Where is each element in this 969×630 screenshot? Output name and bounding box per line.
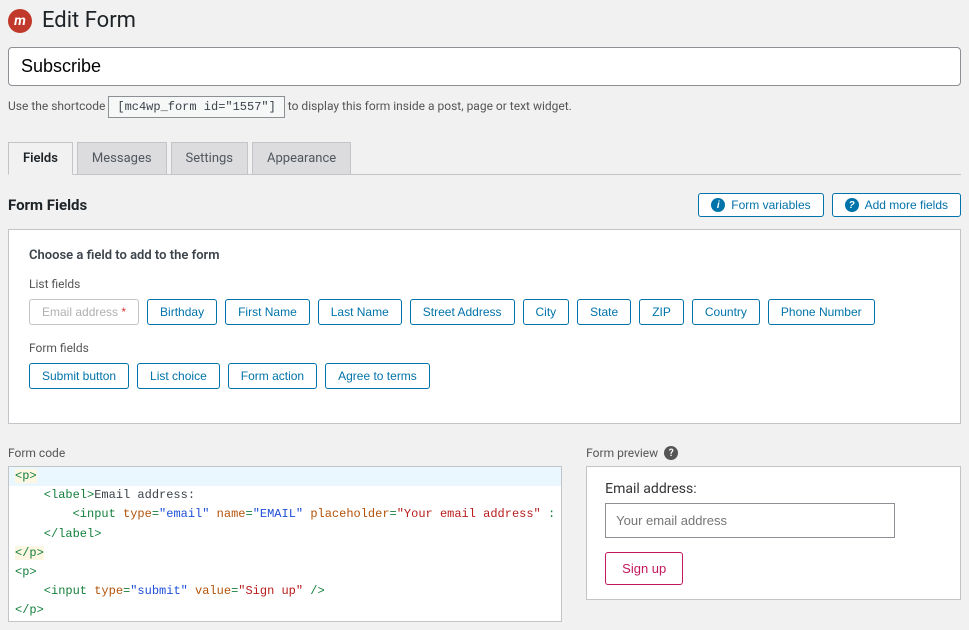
shortcode-suffix: to display this form inside a post, page… bbox=[288, 99, 572, 113]
tab-bar: Fields Messages Settings Appearance bbox=[8, 142, 961, 175]
field-chip[interactable]: Last Name bbox=[318, 299, 402, 325]
shortcode-helper: Use the shortcode [mc4wp_form id="1557"]… bbox=[8, 96, 961, 118]
shortcode-code[interactable]: [mc4wp_form id="1557"] bbox=[108, 96, 284, 118]
preview-email-label: Email address: bbox=[605, 481, 942, 497]
form-variables-label: Form variables bbox=[731, 198, 810, 212]
form-fields-label: Form fields bbox=[29, 341, 940, 355]
code-l2a: <label> bbox=[15, 488, 94, 502]
field-chip[interactable]: List choice bbox=[137, 363, 220, 389]
form-code-editor[interactable]: <p> <label>Email address: <input type="e… bbox=[8, 466, 562, 622]
tab-appearance[interactable]: Appearance bbox=[252, 142, 351, 174]
form-code-title: Form code bbox=[8, 446, 562, 460]
preview-email-input[interactable] bbox=[605, 503, 895, 538]
form-variables-button[interactable]: i Form variables bbox=[698, 193, 823, 217]
code-l1: <p> bbox=[15, 469, 37, 483]
code-l4: </label> bbox=[9, 525, 561, 544]
form-fields-row: Submit button List choice Form action Agree… bbox=[29, 363, 940, 389]
form-preview-panel: Email address: Sign up bbox=[586, 466, 961, 600]
add-more-fields-label: Add more fields bbox=[865, 198, 948, 212]
form-title-input[interactable] bbox=[8, 47, 961, 86]
list-fields-row: Email address * Birthday First Name Last Na… bbox=[29, 299, 940, 325]
field-chip[interactable]: ZIP bbox=[639, 299, 684, 325]
choose-field-label: Choose a field to add to the form bbox=[29, 248, 940, 263]
preview-signup-button[interactable]: Sign up bbox=[605, 552, 683, 585]
add-more-fields-button[interactable]: ? Add more fields bbox=[832, 193, 961, 217]
tab-messages[interactable]: Messages bbox=[77, 142, 167, 174]
plugin-logo-icon: m bbox=[8, 9, 32, 33]
field-chip[interactable]: First Name bbox=[225, 299, 310, 325]
code-l6: <p> bbox=[9, 563, 561, 582]
field-chip[interactable]: Submit button bbox=[29, 363, 129, 389]
tab-settings[interactable]: Settings bbox=[171, 142, 248, 174]
tab-fields[interactable]: Fields bbox=[8, 142, 73, 175]
field-chip[interactable]: Agree to terms bbox=[325, 363, 430, 389]
list-fields-label: List fields bbox=[29, 277, 940, 291]
shortcode-prefix: Use the shortcode bbox=[8, 99, 105, 113]
field-chip[interactable]: State bbox=[577, 299, 631, 325]
field-chip[interactable]: Phone Number bbox=[768, 299, 875, 325]
field-chip[interactable]: Birthday bbox=[147, 299, 217, 325]
help-icon[interactable]: ? bbox=[664, 446, 678, 460]
field-chip[interactable]: Form action bbox=[228, 363, 317, 389]
help-icon: ? bbox=[845, 198, 859, 212]
field-chip[interactable]: Country bbox=[692, 299, 760, 325]
form-preview-title: Form preview bbox=[586, 446, 658, 460]
section-title: Form Fields bbox=[8, 196, 87, 214]
code-l8: </p> bbox=[9, 601, 561, 620]
field-chooser-panel: Choose a field to add to the form List f… bbox=[8, 229, 961, 424]
field-chip[interactable]: Email address * bbox=[29, 299, 139, 325]
info-icon: i bbox=[711, 198, 725, 212]
page-title: Edit Form bbox=[42, 8, 136, 33]
field-chip[interactable]: Street Address bbox=[410, 299, 515, 325]
code-l5: </p> bbox=[15, 546, 44, 560]
field-chip[interactable]: City bbox=[523, 299, 570, 325]
code-l2b: Email address: bbox=[94, 488, 195, 502]
